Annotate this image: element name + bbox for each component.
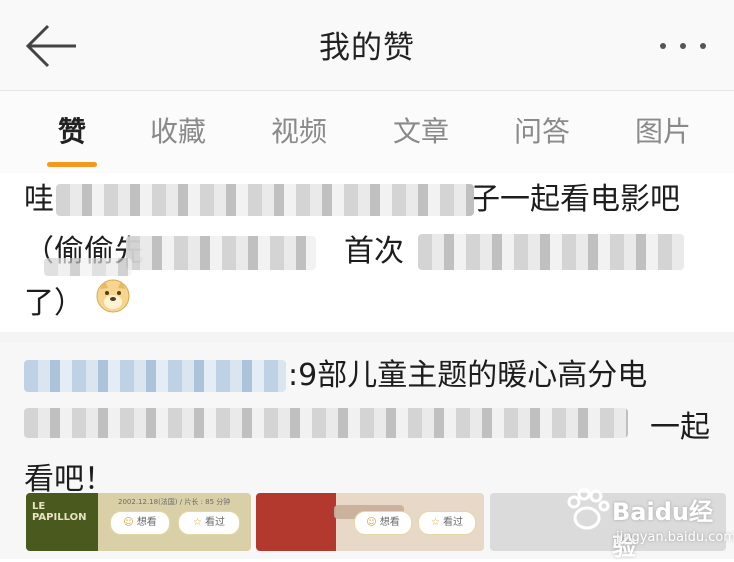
- redacted-text: [418, 234, 684, 270]
- smile-icon: ☺: [123, 517, 134, 528]
- redacted-username[interactable]: [24, 360, 286, 392]
- movie-card[interactable]: LE PAPILLON 2002.12.18(法国) / 片长 : 85 分钟 …: [26, 493, 251, 551]
- star-icon: ☆: [193, 517, 202, 528]
- redacted-text: [24, 408, 628, 438]
- watermark-url: jingyan.baidu.com: [616, 530, 734, 545]
- tab-articles[interactable]: 文章: [371, 91, 471, 173]
- watermark-brand: Baidu经验: [612, 498, 713, 561]
- tab-images[interactable]: 图片: [613, 91, 713, 173]
- repost-headline: :9部儿童主题的暖心高分电: [288, 358, 648, 393]
- baidu-watermark: Baidu经验 jingyan.baidu.com: [558, 478, 734, 561]
- tab-videos[interactable]: 视频: [249, 91, 349, 173]
- tab-qa[interactable]: 问答: [492, 91, 592, 173]
- tab-favorites[interactable]: 收藏: [128, 91, 228, 173]
- header-bar: 我的赞: [0, 0, 734, 91]
- post-line1-end: 子一起看电影吧: [470, 182, 680, 217]
- post-line1-start: 哇: [24, 182, 54, 217]
- movie-poster: LE PAPILLON: [26, 493, 98, 551]
- tab-bar: 赞 收藏 视频 文章 问答 图片: [0, 91, 734, 173]
- redacted-text: [126, 236, 316, 270]
- repost-line2-end: 一起: [650, 410, 710, 445]
- post-line3: 了）: [24, 286, 84, 321]
- doge-emoji-icon: [96, 279, 130, 313]
- page-title: 我的赞: [319, 30, 415, 66]
- watched-button[interactable]: ☆ 看过: [418, 511, 476, 535]
- redacted-text: [56, 184, 474, 216]
- poster-title: LE PAPILLON: [32, 501, 87, 523]
- want-to-watch-button[interactable]: ☺ 想看: [354, 511, 412, 535]
- movie-meta: 2002.12.18(法国) / 片长 : 85 分钟: [118, 498, 231, 506]
- repost-line3: 看吧！: [24, 462, 114, 497]
- tab-likes[interactable]: 赞: [22, 91, 122, 173]
- redacted-text: [44, 258, 132, 276]
- more-button[interactable]: [652, 30, 714, 60]
- want-to-watch-button[interactable]: ☺ 想看: [110, 511, 170, 535]
- more-dots-icon: [660, 43, 666, 49]
- paw-logo-icon: [567, 487, 610, 530]
- movie-card[interactable]: ☺ 想看 ☆ 看过: [256, 493, 484, 551]
- post-line2-mid: 首次: [344, 234, 404, 269]
- watched-button[interactable]: ☆ 看过: [178, 511, 240, 535]
- smile-icon: ☺: [366, 517, 377, 528]
- section-divider: [0, 332, 734, 342]
- movie-poster: [256, 493, 336, 551]
- active-tab-indicator: [47, 162, 97, 167]
- star-icon: ☆: [431, 517, 440, 528]
